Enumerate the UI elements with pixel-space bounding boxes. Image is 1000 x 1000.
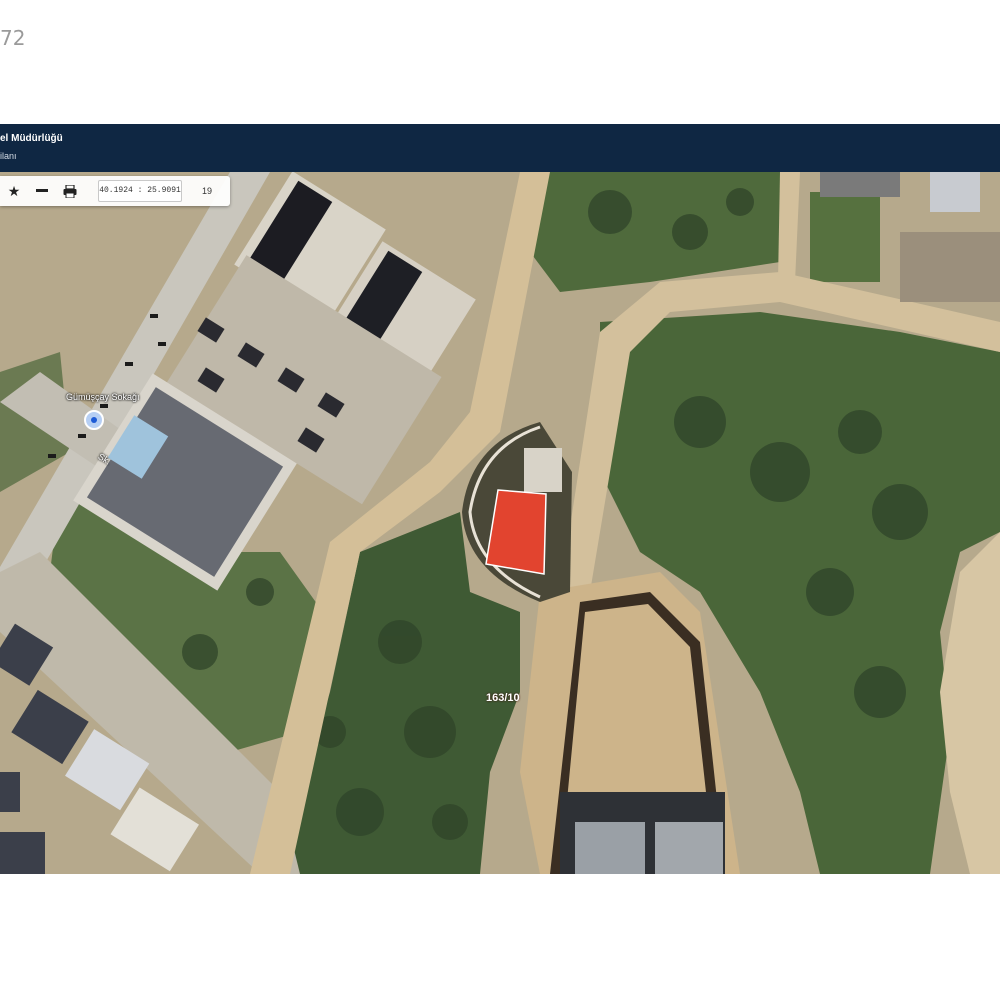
map-app-window: el Müdürlüğü ilanı Gümüşçay Sokağı Sk. 1… (0, 124, 1000, 874)
parcel-number-label: 163/10 (486, 692, 520, 704)
star-icon[interactable]: ★ (0, 176, 28, 206)
satellite-imagery (0, 172, 1000, 874)
app-header: el Müdürlüğü ilanı (0, 124, 1000, 172)
app-subtitle: ilanı (0, 151, 17, 161)
page-counter: 72 (0, 26, 26, 50)
street-label: Gümüşçay Sokağı (66, 392, 140, 402)
app-title: el Müdürlüğü (0, 133, 63, 144)
coordinates-readout[interactable]: 40.1924 : 25.9091 (98, 180, 182, 202)
location-pin-icon[interactable] (84, 410, 104, 430)
printer-icon[interactable] (56, 176, 84, 206)
map-toolbar: ★ 40.1924 : 25.9091 19 (0, 176, 230, 206)
satellite-map[interactable]: Gümüşçay Sokağı Sk. 163/10 (0, 172, 1000, 874)
zoom-level: 19 (202, 186, 213, 196)
minus-icon[interactable] (28, 176, 56, 206)
